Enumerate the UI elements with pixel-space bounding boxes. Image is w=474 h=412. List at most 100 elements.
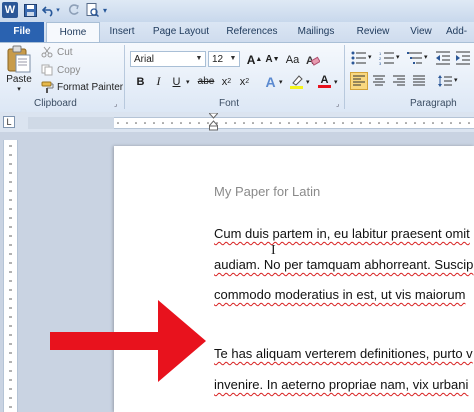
- document-line[interactable]: audiam. No per tamquam abhorreant. Susci…: [214, 257, 473, 272]
- strikethrough-button[interactable]: abe: [196, 73, 216, 90]
- ruler-tick: [306, 122, 308, 124]
- highlight-dropdown-icon[interactable]: ▾: [306, 78, 310, 86]
- ruler-tick: [198, 122, 200, 124]
- multilevel-dropdown-icon[interactable]: ▾: [424, 53, 428, 61]
- align-left-button[interactable]: [350, 72, 368, 90]
- increase-indent-icon: [456, 51, 470, 65]
- ruler-tick: [441, 122, 443, 124]
- align-left-icon: [353, 75, 365, 86]
- ribbon-home: Paste ▾ Cut Copy Format Painter Clipboar…: [0, 42, 474, 114]
- align-right-icon: [393, 75, 405, 86]
- ruler-tick: [450, 122, 452, 124]
- underline-button[interactable]: U: [168, 73, 185, 90]
- font-group-label: Font: [219, 98, 240, 109]
- shrink-font-button[interactable]: A ▼: [264, 51, 281, 68]
- paste-dropdown-icon: ▾: [17, 86, 21, 93]
- chevron-down-icon: ▼: [229, 55, 237, 62]
- justify-button[interactable]: [410, 72, 428, 90]
- clear-formatting-button[interactable]: A: [304, 51, 321, 68]
- customize-qat-icon[interactable]: ▾: [100, 2, 110, 18]
- bullets-dropdown-icon[interactable]: ▾: [368, 53, 372, 61]
- subscript-button[interactable]: x2: [218, 73, 235, 90]
- font-size-combo[interactable]: 12 ▼: [208, 51, 240, 67]
- font-color-button[interactable]: A: [316, 73, 333, 90]
- multilevel-list-button[interactable]: [406, 49, 424, 67]
- text-cursor-icon: I: [271, 243, 276, 258]
- font-color-swatch: [318, 85, 331, 88]
- ruler-tick: [459, 122, 461, 124]
- increase-indent-button[interactable]: [454, 49, 472, 67]
- document-title[interactable]: My Paper for Latin: [214, 184, 320, 199]
- format-painter-button[interactable]: Format Painter: [40, 80, 123, 94]
- clipboard-launcher-icon[interactable]: ⌟: [114, 100, 117, 108]
- bullets-button[interactable]: [350, 49, 368, 67]
- highlight-button[interactable]: [288, 73, 305, 90]
- decrease-indent-button[interactable]: [434, 49, 452, 67]
- italic-button[interactable]: I: [150, 73, 167, 90]
- tab-home[interactable]: Home: [46, 22, 100, 43]
- superscript-button[interactable]: x2: [236, 73, 253, 90]
- copy-icon: [40, 63, 54, 77]
- horizontal-ruler[interactable]: [114, 117, 474, 129]
- document-line[interactable]: Cum duis partem in, eu labitur praesent …: [214, 226, 470, 241]
- font-name-combo[interactable]: Arial ▼: [130, 51, 206, 67]
- bold-button[interactable]: B: [132, 73, 149, 90]
- copy-button[interactable]: Copy: [40, 63, 80, 77]
- cut-button[interactable]: Cut: [40, 45, 73, 59]
- align-center-button[interactable]: [370, 72, 388, 90]
- ruler-tick: [153, 122, 155, 124]
- ribbon-separator: [124, 45, 125, 109]
- tab-selector-icon[interactable]: L: [3, 116, 15, 128]
- print-preview-icon[interactable]: [84, 2, 100, 18]
- tab-file[interactable]: File: [0, 22, 44, 42]
- ruler-tick: [171, 122, 173, 124]
- paste-button[interactable]: Paste ▾: [4, 45, 34, 95]
- tab-add-ins[interactable]: Add-: [446, 22, 474, 42]
- ruler-margin-left: [28, 117, 114, 129]
- align-right-button[interactable]: [390, 72, 408, 90]
- numbering-dropdown-icon[interactable]: ▾: [396, 53, 400, 61]
- save-icon[interactable]: [22, 2, 38, 18]
- highlighter-icon: [290, 75, 303, 89]
- line-spacing-button[interactable]: [436, 72, 454, 90]
- font-size-value: 12: [212, 54, 224, 65]
- document-line[interactable]: invenire. In aeterno propriae nam, vix u…: [214, 377, 468, 392]
- format-painter-icon: [40, 80, 54, 94]
- ruler-tick: [252, 122, 254, 124]
- document-line[interactable]: Te has aliquam verterem definitiones, pu…: [214, 346, 473, 361]
- ruler-tick: [324, 122, 326, 124]
- text-effects-dropdown-icon[interactable]: ▾: [279, 78, 283, 86]
- tab-insert[interactable]: Insert: [104, 22, 140, 42]
- redo-icon[interactable]: [66, 2, 82, 18]
- grow-font-icon: A: [246, 52, 256, 67]
- cut-label: Cut: [57, 46, 73, 58]
- ruler-tick: [378, 122, 380, 124]
- underline-dropdown-icon[interactable]: ▾: [186, 78, 190, 86]
- line-spacing-dropdown-icon[interactable]: ▾: [454, 76, 458, 84]
- first-line-indent-marker[interactable]: [207, 112, 220, 134]
- font-color-dropdown-icon[interactable]: ▾: [334, 78, 338, 86]
- undo-dropdown-icon[interactable]: ▾: [54, 2, 62, 18]
- document-line[interactable]: commodo moderatius in est, ut vis maioru…: [214, 287, 465, 302]
- paragraph-group-label: Paragraph: [410, 98, 457, 109]
- font-launcher-icon[interactable]: ⌟: [336, 100, 339, 108]
- ruler-tick: [297, 122, 299, 124]
- change-case-button[interactable]: Aa: [284, 51, 301, 68]
- text-effects-button[interactable]: A: [262, 73, 279, 90]
- numbering-button[interactable]: 123: [378, 49, 396, 67]
- word-app-icon[interactable]: W: [2, 2, 18, 18]
- chevron-down-icon: ▼: [195, 55, 203, 62]
- tab-references[interactable]: References: [222, 22, 282, 42]
- tab-view[interactable]: View: [404, 22, 438, 42]
- ruler-tick: [261, 122, 263, 124]
- tab-page-layout[interactable]: Page Layout: [148, 22, 214, 42]
- tab-review[interactable]: Review: [350, 22, 396, 42]
- tab-mailings[interactable]: Mailings: [290, 22, 342, 42]
- ruler-tick: [288, 122, 290, 124]
- ruler-tick: [333, 122, 335, 124]
- format-painter-label: Format Painter: [57, 81, 124, 93]
- paste-label: Paste: [6, 74, 32, 85]
- ruler-tick: [117, 122, 119, 124]
- vertical-ruler[interactable]: [3, 140, 18, 412]
- grow-font-button[interactable]: A ▲: [246, 51, 263, 68]
